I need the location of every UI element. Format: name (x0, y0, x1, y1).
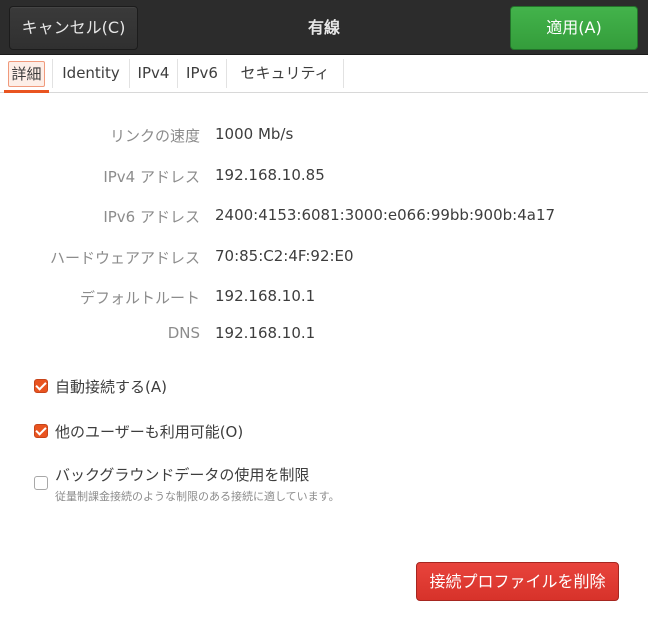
tab-bar: 詳細 Identity IPv4 IPv6 セキュリティ (0, 55, 648, 93)
header-bar: キャンセル(C) 有線 適用(A) (0, 0, 648, 55)
tab-separator (343, 59, 344, 88)
dns-value: 192.168.10.1 (215, 324, 316, 342)
tab-ipv6-label: IPv6 (186, 64, 218, 82)
tab-details-label: 詳細 (8, 61, 45, 87)
ipv6-address-value: 2400:4153:6081:3000:e066:99bb:900b:4a17 (215, 206, 556, 224)
link-speed-label: リンクの速度 (109, 127, 200, 145)
hardware-address-value: 70:85:C2:4F:92:E0 (215, 247, 354, 265)
tab-identity-label: Identity (62, 64, 120, 82)
tab-security-label: セキュリティ (240, 64, 330, 82)
tab-ipv6[interactable]: IPv6 (178, 55, 226, 92)
default-route-value: 192.168.10.1 (215, 287, 316, 305)
tab-details[interactable]: 詳細 (4, 55, 49, 93)
apply-button[interactable]: 適用(A) (510, 6, 638, 50)
tab-security[interactable]: セキュリティ (227, 55, 343, 92)
restrict-background-data-checkbox[interactable] (34, 476, 48, 490)
tab-ipv4-label: IPv4 (137, 64, 170, 82)
ipv4-address-value: 192.168.10.85 (215, 166, 325, 184)
link-speed-value: 1000 Mb/s (215, 125, 294, 143)
auto-connect-checkbox[interactable] (34, 379, 48, 393)
ipv4-address-label: IPv4 アドレス (103, 168, 200, 186)
auto-connect-label[interactable]: 自動接続する(A) (55, 376, 167, 397)
all-users-checkbox[interactable] (34, 424, 48, 438)
default-route-label: デフォルトルート (79, 289, 200, 307)
ipv6-address-label: IPv6 アドレス (103, 208, 200, 226)
dns-label: DNS (167, 324, 200, 342)
hardware-address-label: ハードウェアアドレス (49, 249, 200, 267)
cancel-button[interactable]: キャンセル(C) (9, 6, 138, 50)
tab-identity[interactable]: Identity (53, 55, 129, 92)
all-users-label[interactable]: 他のユーザーも利用可能(O) (55, 421, 243, 442)
tab-ipv4[interactable]: IPv4 (130, 55, 177, 92)
restrict-background-data-description: 従量制課金接続のような制限のある接続に適しています。 (55, 490, 340, 503)
restrict-background-data-label[interactable]: バックグラウンドデータの使用を制限 (55, 464, 309, 485)
delete-profile-button[interactable]: 接続プロファイルを削除 (416, 562, 619, 601)
